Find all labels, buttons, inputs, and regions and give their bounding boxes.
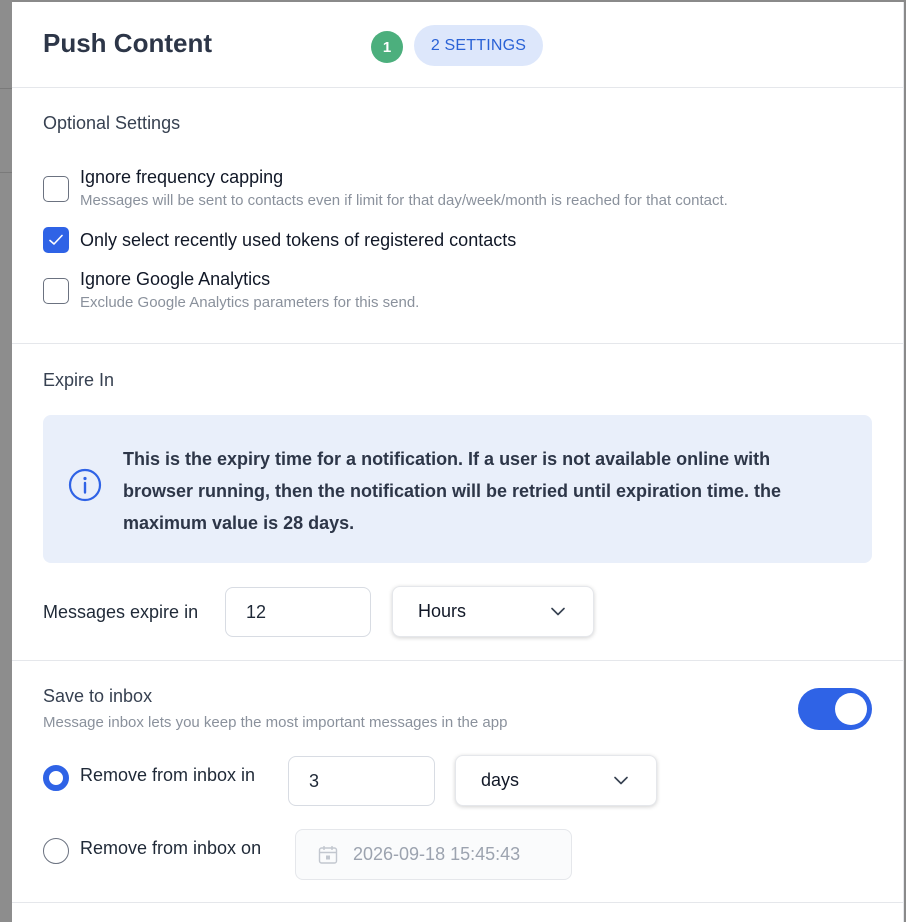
remove-on-date-value: 2026-09-18 15:45:43 <box>353 844 521 864</box>
save-to-inbox-title: Save to inbox <box>43 686 153 706</box>
messages-expire-label: Messages expire in <box>43 602 199 622</box>
remove-on-date-input[interactable]: 2026-09-18 15:45:43 <box>295 829 572 880</box>
page-title: Push Content <box>43 28 212 58</box>
remove-in-label: Remove from inbox in <box>80 765 256 785</box>
ignore-frequency-capping-checkbox[interactable] <box>43 176 69 202</box>
section-divider <box>12 343 903 344</box>
ignore-google-analytics-checkbox[interactable] <box>43 278 69 304</box>
recent-tokens-label: Only select recently used tokens of regi… <box>80 230 517 250</box>
ignore-frequency-capping-description: Messages will be sent to contacts even i… <box>80 192 728 209</box>
ignore-frequency-capping-label: Ignore frequency capping <box>80 167 284 187</box>
expire-unit-select[interactable]: Hours <box>392 586 594 637</box>
panel-header: Push Content 1 2 SETTINGS <box>12 2 903 88</box>
expiry-info-text: This is the expiry time for a notificati… <box>123 449 782 533</box>
chevron-down-icon <box>614 776 628 785</box>
save-to-inbox-description: Message inbox lets you keep the most imp… <box>43 714 508 731</box>
remove-in-radio[interactable] <box>43 765 69 791</box>
backdrop-line <box>0 88 12 89</box>
remove-on-label: Remove from inbox on <box>80 838 262 858</box>
toggle-knob <box>835 693 867 725</box>
save-to-inbox-toggle[interactable] <box>798 688 872 730</box>
info-circle-icon <box>68 468 102 502</box>
step-2-settings-tab[interactable]: 2 SETTINGS <box>414 25 543 66</box>
expire-unit-value: Hours <box>418 601 467 621</box>
backdrop <box>0 0 12 922</box>
expiry-info-box: This is the expiry time for a notificati… <box>43 415 872 563</box>
section-divider <box>12 660 903 661</box>
step-1-indicator[interactable]: 1 <box>371 31 403 63</box>
remove-on-radio[interactable] <box>43 838 69 864</box>
remove-in-unit-select[interactable]: days <box>455 755 657 806</box>
recent-tokens-checkbox[interactable] <box>43 227 69 253</box>
remove-in-unit-value: days <box>481 770 520 790</box>
expire-in-title: Expire In <box>43 370 115 390</box>
backdrop-line <box>0 172 12 173</box>
section-divider <box>12 902 903 903</box>
remove-in-value-input[interactable]: 3 <box>288 756 435 806</box>
expire-value-input[interactable]: 12 <box>225 587 371 637</box>
chevron-down-icon <box>551 607 565 616</box>
optional-settings-title: Optional Settings <box>43 113 181 133</box>
calendar-icon <box>318 845 338 865</box>
push-content-panel: Push Content 1 2 SETTINGS Optional Setti… <box>12 2 904 922</box>
check-icon <box>49 234 63 245</box>
ignore-google-analytics-description: Exclude Google Analytics parameters for … <box>80 294 420 311</box>
ignore-google-analytics-label: Ignore Google Analytics <box>80 269 271 289</box>
